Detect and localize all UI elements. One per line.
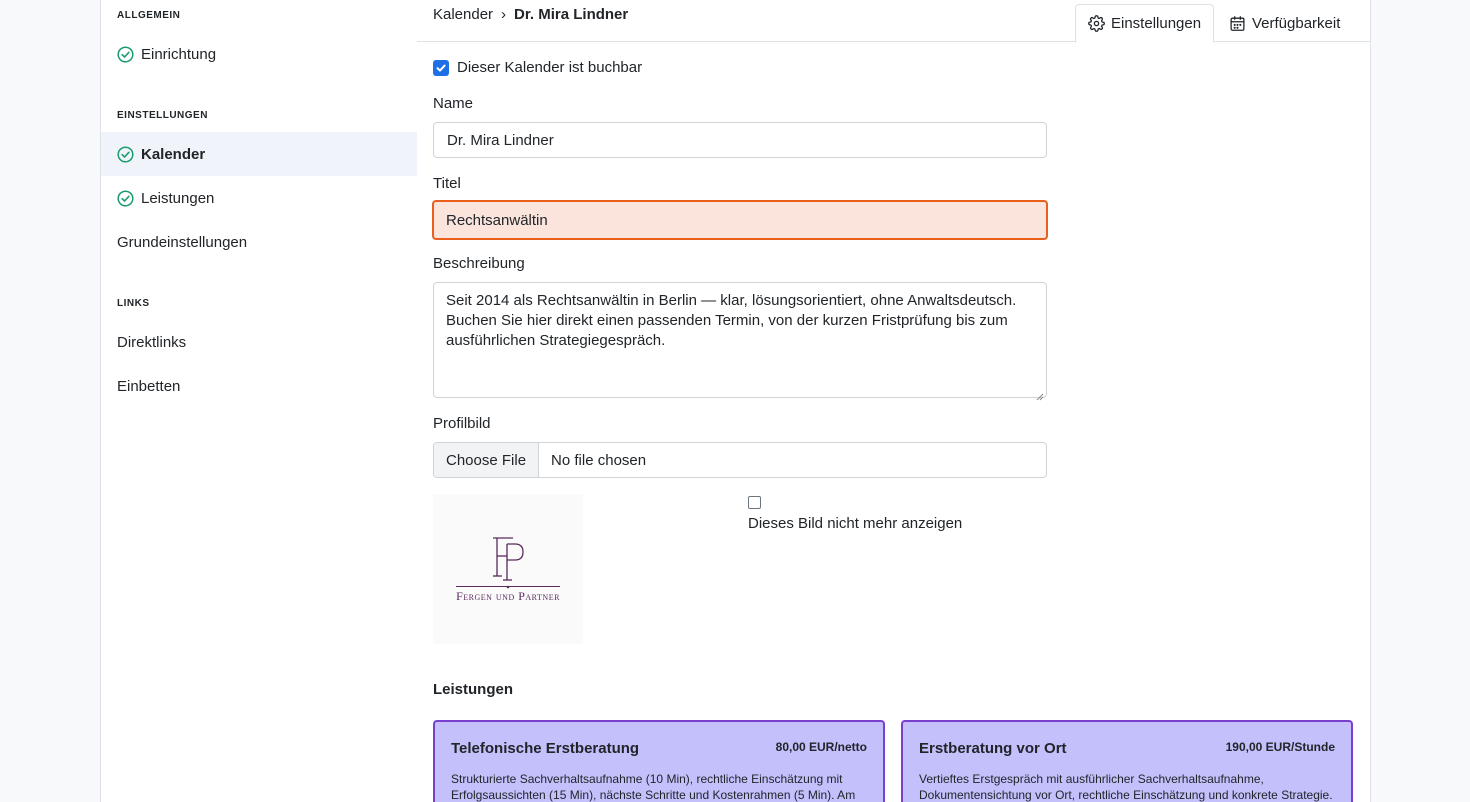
name-label: Name: [433, 95, 474, 112]
service-price: 190,00 EUR/Stunde: [1225, 740, 1335, 754]
breadcrumb-parent-link[interactable]: Kalender: [433, 6, 493, 23]
profile-file-input[interactable]: Choose File No file chosen: [433, 442, 1047, 478]
calendar-icon: [1229, 15, 1246, 32]
breadcrumb: Kalender › Dr. Mira Lindner: [433, 6, 628, 23]
check-circle-icon: [117, 145, 134, 163]
fp-monogram-logo: [493, 537, 524, 589]
gear-icon: [1088, 15, 1105, 32]
service-card-telefonische-erstberatung[interactable]: Telefonische Erstberatung 80,00 EUR/nett…: [433, 720, 885, 802]
description-textarea[interactable]: Seit 2014 als Rechtsanwältin in Berlin —…: [433, 282, 1047, 401]
service-card-erstberatung-vor-ort[interactable]: Erstberatung vor Ort 190,00 EUR/Stunde V…: [901, 720, 1353, 802]
sidebar: ALLGEMEIN Einrichtung EINSTELLUNGEN Kale…: [100, 0, 418, 802]
services-heading: Leistungen: [433, 681, 514, 698]
section-heading-links: LINKS: [117, 298, 150, 309]
sidebar-item-einrichtung[interactable]: Einrichtung: [101, 32, 418, 76]
section-heading-einstellungen: EINSTELLUNGEN: [117, 110, 208, 121]
description-label: Beschreibung: [433, 255, 525, 272]
sidebar-item-label: Grundeinstellungen: [117, 233, 248, 251]
sidebar-item-einbetten[interactable]: Einbetten: [101, 364, 418, 408]
title-input[interactable]: Rechtsanwältin: [432, 200, 1048, 240]
description-value: Seit 2014 als Rechtsanwältin in Berlin —…: [446, 292, 1017, 349]
hide-image-label: Dieses Bild nicht mehr anzeigen: [748, 515, 963, 532]
service-title: Erstberatung vor Ort: [919, 740, 1067, 757]
tab-verfuegbarkeit[interactable]: Verfügbarkeit: [1217, 4, 1352, 42]
breadcrumb-separator: ›: [501, 6, 507, 23]
sidebar-item-direktlinks[interactable]: Direktlinks: [101, 320, 418, 364]
sidebar-item-leistungen[interactable]: Leistungen: [101, 176, 418, 220]
profile-image: Fergen und Partner: [433, 494, 583, 644]
logo-wordmark: Fergen und Partner: [456, 589, 560, 603]
section-heading-allgemein: ALLGEMEIN: [117, 10, 181, 21]
bookable-checkbox[interactable]: [433, 59, 449, 76]
bookable-label: Dieser Kalender ist buchbar: [457, 59, 643, 76]
title-label: Titel: [433, 175, 461, 192]
service-title: Telefonische Erstberatung: [451, 740, 640, 757]
sidebar-item-label: Kalender: [141, 145, 206, 163]
check-circle-icon: [117, 45, 134, 63]
sidebar-item-kalender[interactable]: Kalender: [101, 132, 418, 176]
tab-label: Verfügbarkeit: [1252, 14, 1341, 32]
service-price: 80,00 EUR/netto: [775, 740, 867, 754]
hide-image-checkbox[interactable]: [748, 496, 761, 509]
service-description: Strukturierte Sachverhaltsaufnahme (10 M…: [451, 772, 856, 802]
title-value: Rechtsanwältin: [446, 211, 548, 229]
check-circle-icon: [117, 189, 134, 207]
sidebar-item-label: Direktlinks: [117, 333, 187, 351]
resize-handle-icon[interactable]: [1036, 387, 1044, 401]
sidebar-item-grundeinstellungen[interactable]: Grundeinstellungen: [101, 220, 418, 264]
choose-file-button[interactable]: Choose File: [434, 443, 540, 477]
profile-image-label: Profilbild: [433, 415, 491, 432]
sidebar-item-label: Einrichtung: [141, 45, 217, 63]
breadcrumb-current: Dr. Mira Lindner: [514, 6, 629, 23]
service-description: Vertieftes Erstgespräch mit ausführliche…: [919, 772, 1333, 802]
name-value: Dr. Mira Lindner: [447, 131, 554, 149]
tab-label: Einstellungen: [1111, 15, 1202, 32]
tab-einstellungen[interactable]: Einstellungen: [1075, 4, 1215, 43]
main-panel: Kalender › Dr. Mira Lindner Einstellunge…: [417, 0, 1371, 802]
sidebar-item-label: Leistungen: [141, 189, 215, 207]
name-input[interactable]: Dr. Mira Lindner: [433, 122, 1047, 158]
topbar: Kalender › Dr. Mira Lindner Einstellunge…: [417, 0, 1370, 43]
file-status: No file chosen: [551, 451, 647, 469]
sidebar-item-label: Einbetten: [117, 377, 181, 395]
bookable-row: Dieser Kalender ist buchbar: [433, 59, 642, 76]
